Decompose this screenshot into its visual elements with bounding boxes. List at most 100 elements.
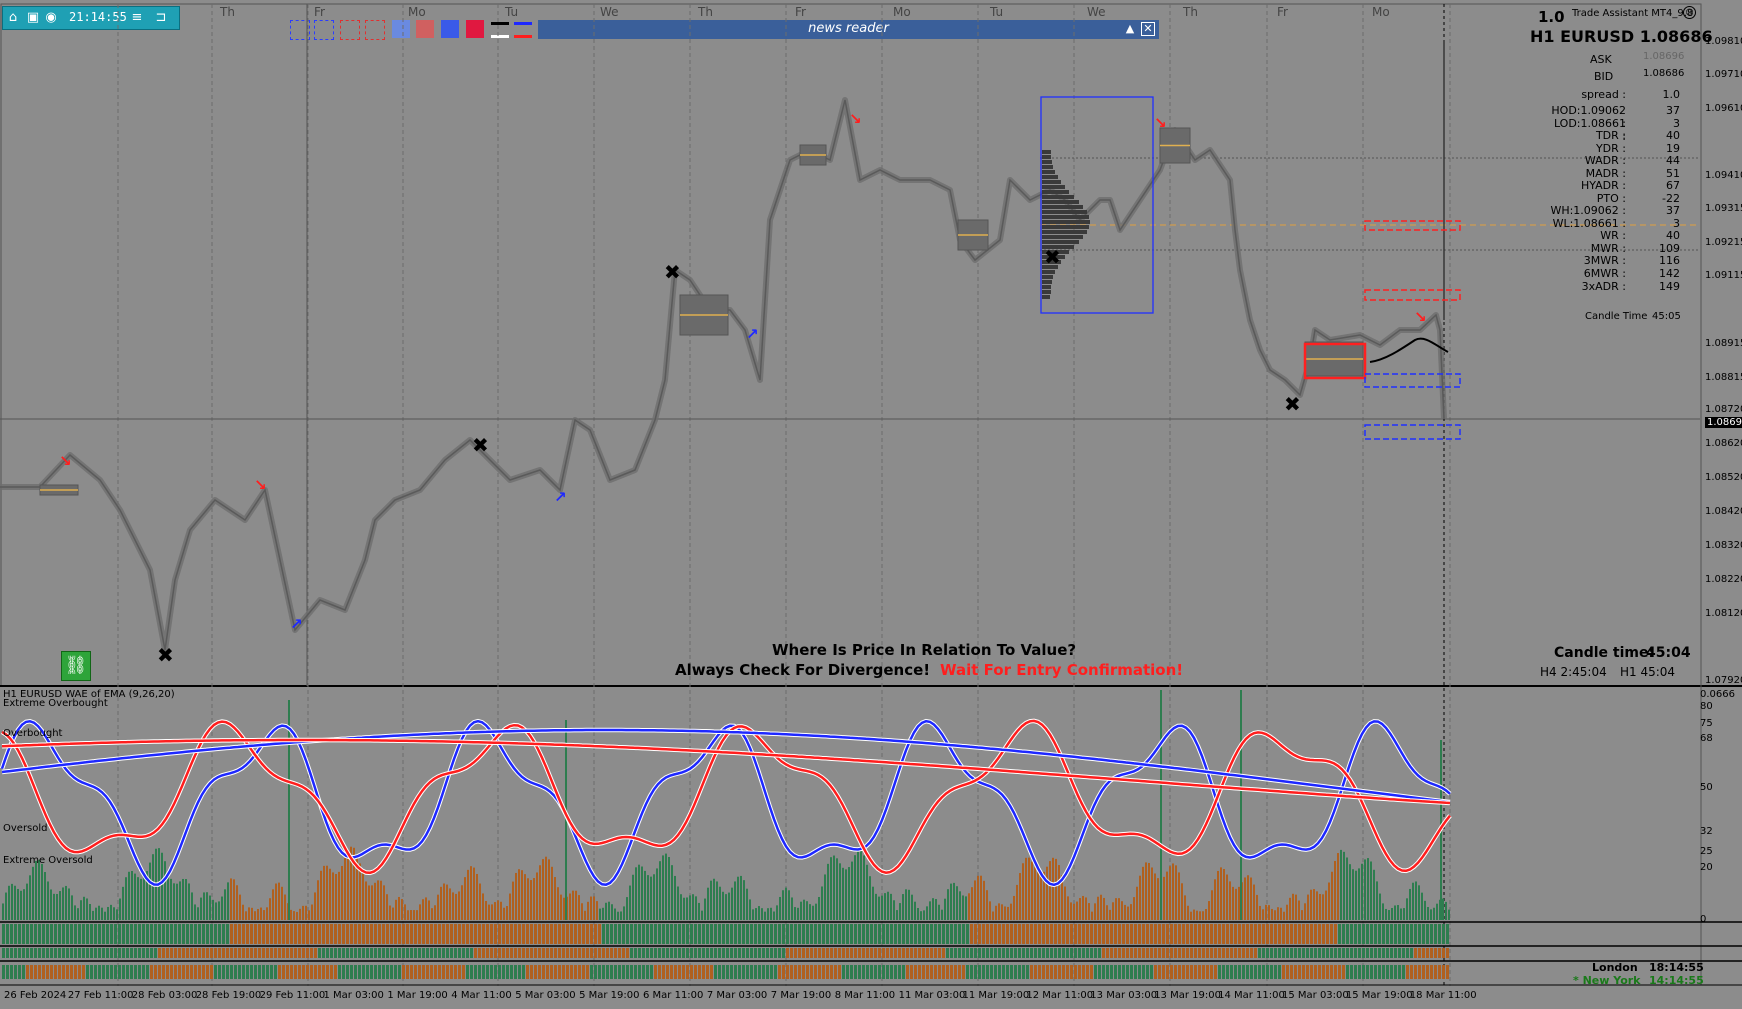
strip-bar-3 <box>1038 965 1041 979</box>
strip-bar-2 <box>606 948 609 958</box>
histogram-bar <box>29 875 31 920</box>
histogram-bar <box>686 897 688 920</box>
strip-bar-3 <box>914 965 917 979</box>
histogram-bar <box>845 869 847 920</box>
histogram-bar <box>197 907 199 920</box>
strip-bar-3 <box>990 965 993 979</box>
strip-bar-3 <box>566 965 569 979</box>
link-icon[interactable]: ⛓ <box>61 651 91 681</box>
strip-bar-2 <box>1434 948 1437 958</box>
stat-row: WADR :44 <box>1548 154 1684 167</box>
histogram-bar <box>557 887 559 920</box>
strip-bar-2 <box>462 948 465 958</box>
strip-bar-1 <box>1394 924 1397 944</box>
candle-time-small-label: Candle Time <box>1585 311 1648 322</box>
histogram-bar <box>1181 883 1183 920</box>
histogram-bar <box>1364 859 1366 920</box>
strip-bar-3 <box>898 965 901 979</box>
strip-bar-2 <box>502 948 505 958</box>
strip-bar-2 <box>846 948 849 958</box>
strip-bar-2 <box>966 948 969 958</box>
strip-bar-2 <box>1210 948 1213 958</box>
strip-bar-3 <box>774 965 777 979</box>
histogram-bar <box>179 881 181 920</box>
histogram-bar <box>1430 909 1432 920</box>
stat-row: 6MWR :142 <box>1548 267 1684 280</box>
strip-bar-3 <box>450 965 453 979</box>
volume-profile-bar <box>1042 165 1053 169</box>
histogram-bar <box>692 894 694 920</box>
histogram-bar <box>1376 881 1378 920</box>
histogram-bar <box>1202 911 1204 920</box>
price-chart[interactable]: ✖✖✖✖✖↘↘↗↗↗↘ ↘↘ <box>0 0 1742 1009</box>
strip-bar-1 <box>598 924 601 944</box>
strip-bar-3 <box>322 965 325 979</box>
strip-bar-3 <box>1114 965 1117 979</box>
strip-bar-1 <box>730 924 733 944</box>
strip-bar-1 <box>86 924 89 944</box>
strip-bar-2 <box>162 948 165 958</box>
strip-bar-2 <box>790 948 793 958</box>
strip-bar-1 <box>434 924 437 944</box>
strip-bar-1 <box>114 924 117 944</box>
volume-profile-bar <box>1042 290 1051 294</box>
strip-bar-2 <box>1234 948 1237 958</box>
strip-bar-2 <box>1022 948 1025 958</box>
strip-bar-2 <box>90 948 93 958</box>
histogram-bar <box>1226 874 1228 920</box>
strip-bar-1 <box>690 924 693 944</box>
strip-bar-2 <box>1086 948 1089 958</box>
strip-bar-3 <box>354 965 357 979</box>
histogram-bar <box>1412 882 1414 920</box>
strip-bar-3 <box>334 965 337 979</box>
histogram-bar <box>773 911 775 920</box>
strip-bar-1 <box>1254 924 1257 944</box>
strip-bar-3 <box>210 965 213 979</box>
strip-bar-2 <box>1090 948 1093 958</box>
strip-bar-3 <box>978 965 981 979</box>
histogram-bar <box>857 850 859 920</box>
histogram-bar <box>1112 902 1114 920</box>
strip-bar-1 <box>898 924 901 944</box>
strip-bar-2 <box>470 948 473 958</box>
strip-bar-2 <box>1134 948 1137 958</box>
strip-bar-1 <box>1178 924 1181 944</box>
strip-bar-1 <box>462 924 465 944</box>
strip-bar-2 <box>1110 948 1113 958</box>
strip-bar-1 <box>994 924 997 944</box>
strip-bar-1 <box>290 924 293 944</box>
histogram-bar <box>809 904 811 920</box>
strip-bar-1 <box>182 924 185 944</box>
strip-bar-3 <box>670 965 673 979</box>
strip-bar-1 <box>1058 924 1061 944</box>
strip-bar-2 <box>854 948 857 958</box>
strip-bar-2 <box>1326 948 1329 958</box>
histogram-bar <box>554 877 556 920</box>
histogram-bar <box>548 859 550 920</box>
histogram-bar <box>263 910 265 920</box>
strip-bar-2 <box>94 948 97 958</box>
strip-bar-3 <box>582 965 585 979</box>
histogram-bar <box>1103 897 1105 920</box>
strip-bar-1 <box>162 924 165 944</box>
strip-bar-2 <box>982 948 985 958</box>
histogram-bar <box>1295 894 1297 920</box>
session-london-time: 18:14:55 <box>1649 961 1704 974</box>
strip-bar-3 <box>642 965 645 979</box>
time-axis-label: 27 Feb 11:00 <box>67 990 134 1001</box>
strip-bar-3 <box>1078 965 1081 979</box>
strip-bar-1 <box>882 924 885 944</box>
strip-bar-2 <box>418 948 421 958</box>
strip-bar-1 <box>926 924 929 944</box>
histogram-bar <box>764 911 766 920</box>
histogram-bar <box>602 907 604 920</box>
strip-bar-1 <box>478 924 481 944</box>
ask-label: ASK <box>1590 53 1612 66</box>
strip-bar-1 <box>378 924 381 944</box>
histogram-bar <box>737 876 739 920</box>
histogram-bar <box>755 908 757 920</box>
strip-bar-1 <box>1266 924 1269 944</box>
strip-bar-3 <box>46 965 49 979</box>
strip-bar-1 <box>1134 924 1137 944</box>
strip-bar-1 <box>466 924 469 944</box>
